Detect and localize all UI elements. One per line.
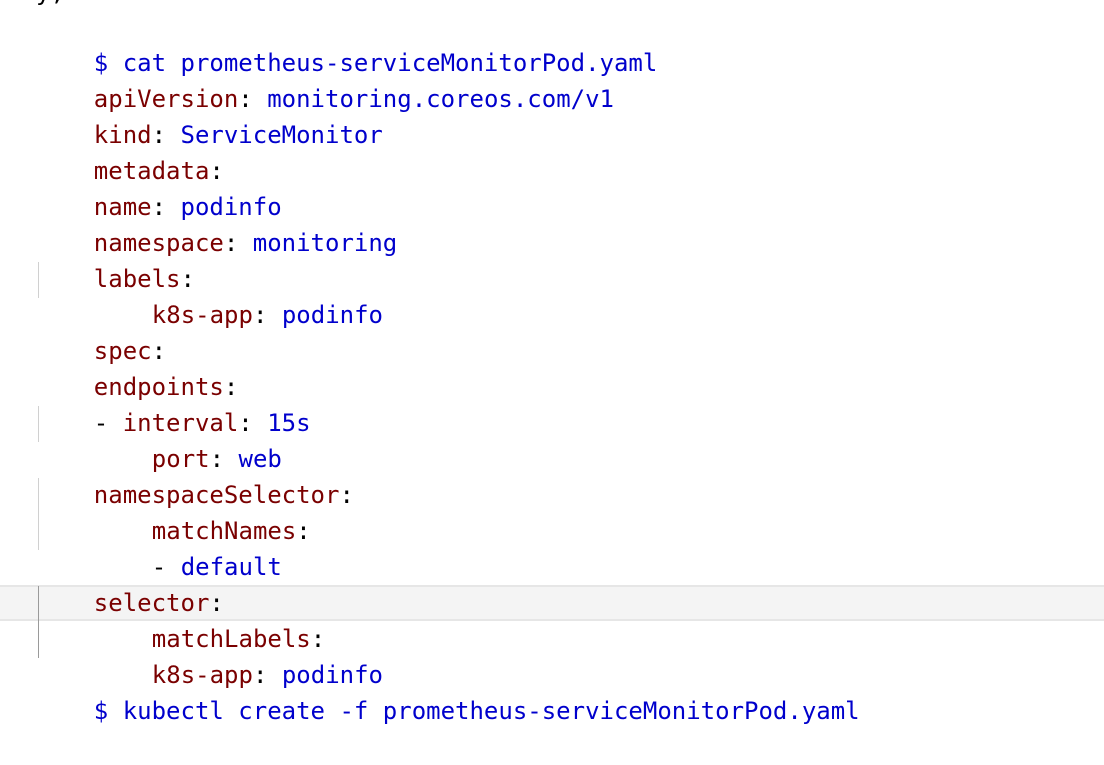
command-line-kubectl[interactable]: $ kubectl create -f prometheus-serviceMo…: [36, 657, 860, 725]
yaml-line-interval[interactable]: - interval: 15s: [36, 369, 311, 437]
yaml-line-spec[interactable]: spec:: [36, 297, 166, 365]
yaml-line-port[interactable]: port: web: [36, 405, 282, 473]
yaml-line-metadata[interactable]: metadata:: [36, 117, 224, 185]
yaml-line-endpoints[interactable]: endpoints:: [36, 333, 239, 401]
yaml-line-match-labels[interactable]: matchLabels:: [36, 585, 325, 653]
command-line-cat[interactable]: $ cat prometheus-serviceMonitorPod.yaml: [36, 9, 658, 77]
yaml-line-match-names[interactable]: matchNames:: [36, 477, 311, 545]
command-text: kubectl create -f prometheus-serviceMoni…: [122, 697, 860, 725]
yaml-line-namespace[interactable]: namespace: monitoring: [36, 189, 397, 257]
yaml-value: monitoring: [252, 229, 398, 257]
yaml-line-name[interactable]: name: podinfo: [36, 153, 282, 221]
yaml-line-apiversion[interactable]: apiVersion: monitoring.coreos.com/v1: [36, 45, 614, 113]
yaml-key: k8s-app: [151, 301, 253, 329]
yaml-line-match-labels-k8s-app[interactable]: k8s-app: podinfo: [36, 621, 383, 689]
yaml-line-namespace-selector[interactable]: namespaceSelector:: [36, 441, 354, 509]
yaml-line-match-names-item[interactable]: - default: [36, 513, 282, 581]
yaml-value: podinfo: [281, 301, 384, 329]
yaml-line-selector[interactable]: selector:: [36, 549, 224, 617]
yaml-line-kind[interactable]: kind: ServiceMonitor: [36, 81, 383, 149]
prompt-symbol: $: [93, 697, 109, 725]
yaml-line-labels-k8s-app[interactable]: k8s-app: podinfo: [36, 261, 383, 329]
code-editor[interactable]: y; $ cat prometheus-serviceMonitorPod.ya…: [0, 0, 1104, 725]
yaml-line-labels[interactable]: labels:: [36, 225, 195, 293]
